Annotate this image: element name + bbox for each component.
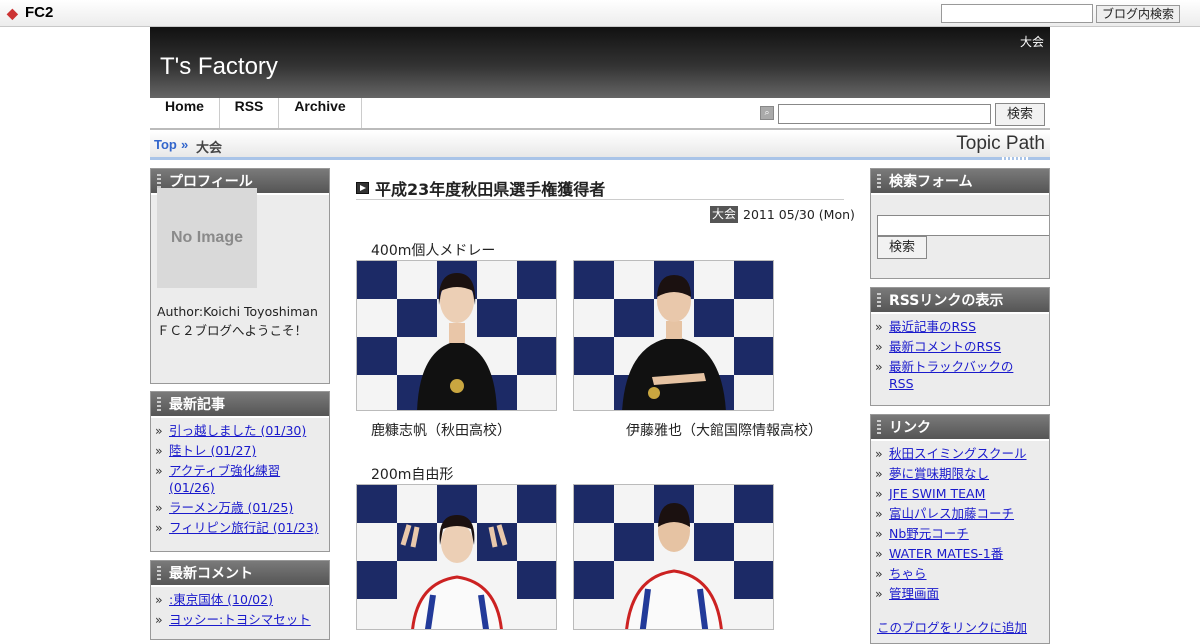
nav-archive[interactable]: Archive xyxy=(279,98,362,128)
blog-search-button[interactable]: ブログ内検索 xyxy=(1096,5,1180,23)
rss-link[interactable]: 最近記事のRSS xyxy=(875,318,1045,335)
photo-image xyxy=(357,261,556,410)
fc2-logo-text: FC2 xyxy=(25,4,54,21)
nav-home[interactable]: Home xyxy=(150,98,220,128)
sidebar-search-button[interactable]: 検索 xyxy=(877,236,927,259)
link-item[interactable]: 管理画面 xyxy=(875,585,1045,602)
rss-link[interactable]: 最新コメントのRSS xyxy=(875,338,1045,355)
breadcrumb-top-link[interactable]: Top xyxy=(154,137,177,152)
recent-article-link[interactable]: フィリピン旅行記 (01/23) xyxy=(155,519,325,536)
photo-swimmer-2[interactable] xyxy=(573,260,774,411)
blog-header: 大会 T's Factory xyxy=(150,27,1050,98)
recent-article-link[interactable]: 引っ越しました (01/30) xyxy=(155,422,325,439)
profile-text: Author:Koichi Toyoshiman ＦＣ２ブログへようこそ！ xyxy=(157,302,318,340)
recent-comments-heading: 最新コメント xyxy=(151,561,329,587)
links-box: リンク 秋田スイミングスクール 夢に賞味期限なし JFE SWIM TEAM 富… xyxy=(870,414,1050,644)
profile-author: Author:Koichi Toyoshiman xyxy=(157,304,318,319)
photo-image xyxy=(357,485,556,629)
link-item[interactable]: 秋田スイミングスクール xyxy=(875,445,1045,462)
nav-search-button[interactable]: 検索 xyxy=(995,103,1045,126)
search-form-heading: 検索フォーム xyxy=(871,169,1049,195)
rss-links-heading: RSSリンクの表示 xyxy=(871,288,1049,314)
rss-link[interactable]: 最新トラックバックのRSS xyxy=(875,358,1029,392)
recent-article-link[interactable]: アクティブ強化練習 (01/26) xyxy=(155,462,325,496)
photo-caption-2: 伊藤雅也（大館国際情報高校） xyxy=(626,423,822,439)
add-link-link[interactable]: このブログをリンクに追加 xyxy=(877,617,1027,636)
site-title[interactable]: T's Factory xyxy=(160,53,278,81)
header-category: 大会 xyxy=(1019,35,1044,49)
links-list: 秋田スイミングスクール 夢に賞味期限なし JFE SWIM TEAM 富山パレス… xyxy=(871,441,1049,607)
article-category-badge[interactable]: 大会 xyxy=(710,206,739,223)
breadcrumb-separator: » xyxy=(181,137,189,152)
link-item[interactable]: ちゃら xyxy=(875,565,1045,582)
photo-caption-1: 鹿糠志帆（秋田高校） xyxy=(371,423,511,439)
main-nav: Home RSS Archive ⌕ 検索 xyxy=(150,98,1050,130)
link-item[interactable]: 富山パレス加藤コーチ xyxy=(875,505,1045,522)
article-title[interactable]: 平成23年度秋田県選手権獲得者 xyxy=(356,176,844,200)
photo-image xyxy=(574,485,773,629)
photo-swimmer-3[interactable] xyxy=(356,484,557,630)
topic-path-dots xyxy=(1002,157,1028,160)
article-date: 2011 05/30 (Mon) xyxy=(743,207,855,222)
profile-welcome: ＦＣ２ブログへようこそ！ xyxy=(157,323,308,338)
photo-swimmer-1[interactable] xyxy=(356,260,557,411)
profile-box: プロフィール No Image Author:Koichi Toyoshiman… xyxy=(150,168,330,384)
recent-comment-link[interactable]: :東京国体 (10/02) xyxy=(155,591,325,608)
photo-swimmer-4[interactable] xyxy=(573,484,774,630)
nav-rss[interactable]: RSS xyxy=(220,98,279,128)
nav-search-input[interactable] xyxy=(778,104,991,124)
sidebar-search-input[interactable] xyxy=(877,215,1049,236)
recent-article-link[interactable]: ラーメン万歳 (01/25) xyxy=(155,499,325,516)
link-item[interactable]: JFE SWIM TEAM xyxy=(875,485,1045,502)
fc2-logo[interactable]: ◆ FC2 xyxy=(7,4,53,21)
photo-image xyxy=(574,261,773,410)
recent-articles-box: 最新記事 引っ越しました (01/30) 陸トレ (01/27) アクティブ強化… xyxy=(150,391,330,552)
fc2-toolbar: ◆ FC2 ブログ内検索 xyxy=(0,0,1200,27)
search-form-box: 検索フォーム 検索 xyxy=(870,168,1050,279)
recent-comments-box: 最新コメント :東京国体 (10/02) ヨッシー:トヨシマセット xyxy=(150,560,330,640)
breadcrumb-current: 大会 xyxy=(196,140,223,155)
rss-links-list: 最近記事のRSS 最新コメントのRSS 最新トラックバックのRSS xyxy=(871,314,1049,397)
recent-articles-heading: 最新記事 xyxy=(151,392,329,418)
recent-comments-list: :東京国体 (10/02) ヨッシー:トヨシマセット xyxy=(151,587,329,633)
rss-links-box: RSSリンクの表示 最近記事のRSS 最新コメントのRSS 最新トラックバックの… xyxy=(870,287,1050,406)
link-item[interactable]: WATER MATES-1番 xyxy=(875,545,1045,562)
recent-article-link[interactable]: 陸トレ (01/27) xyxy=(155,442,325,459)
links-heading: リンク xyxy=(871,415,1049,441)
breadcrumb: Top » 大会 Topic Path xyxy=(150,131,1050,160)
section-label-400im: 400m個人メドレー xyxy=(371,243,496,259)
topic-path-title: Topic Path xyxy=(956,133,1045,154)
section-label-200fr: 200m自由形 xyxy=(371,467,454,483)
search-icon: ⌕ xyxy=(760,106,774,120)
recent-articles-list: 引っ越しました (01/30) 陸トレ (01/27) アクティブ強化練習 (0… xyxy=(151,418,329,541)
recent-comment-link[interactable]: ヨッシー:トヨシマセット xyxy=(155,611,325,628)
link-item[interactable]: Nb野元コーチ xyxy=(875,525,1045,542)
blog-search-input[interactable] xyxy=(941,4,1093,23)
link-item[interactable]: 夢に賞味期限なし xyxy=(875,465,1045,482)
profile-avatar: No Image xyxy=(157,188,257,288)
fc2-fox-icon: ◆ xyxy=(7,4,18,21)
